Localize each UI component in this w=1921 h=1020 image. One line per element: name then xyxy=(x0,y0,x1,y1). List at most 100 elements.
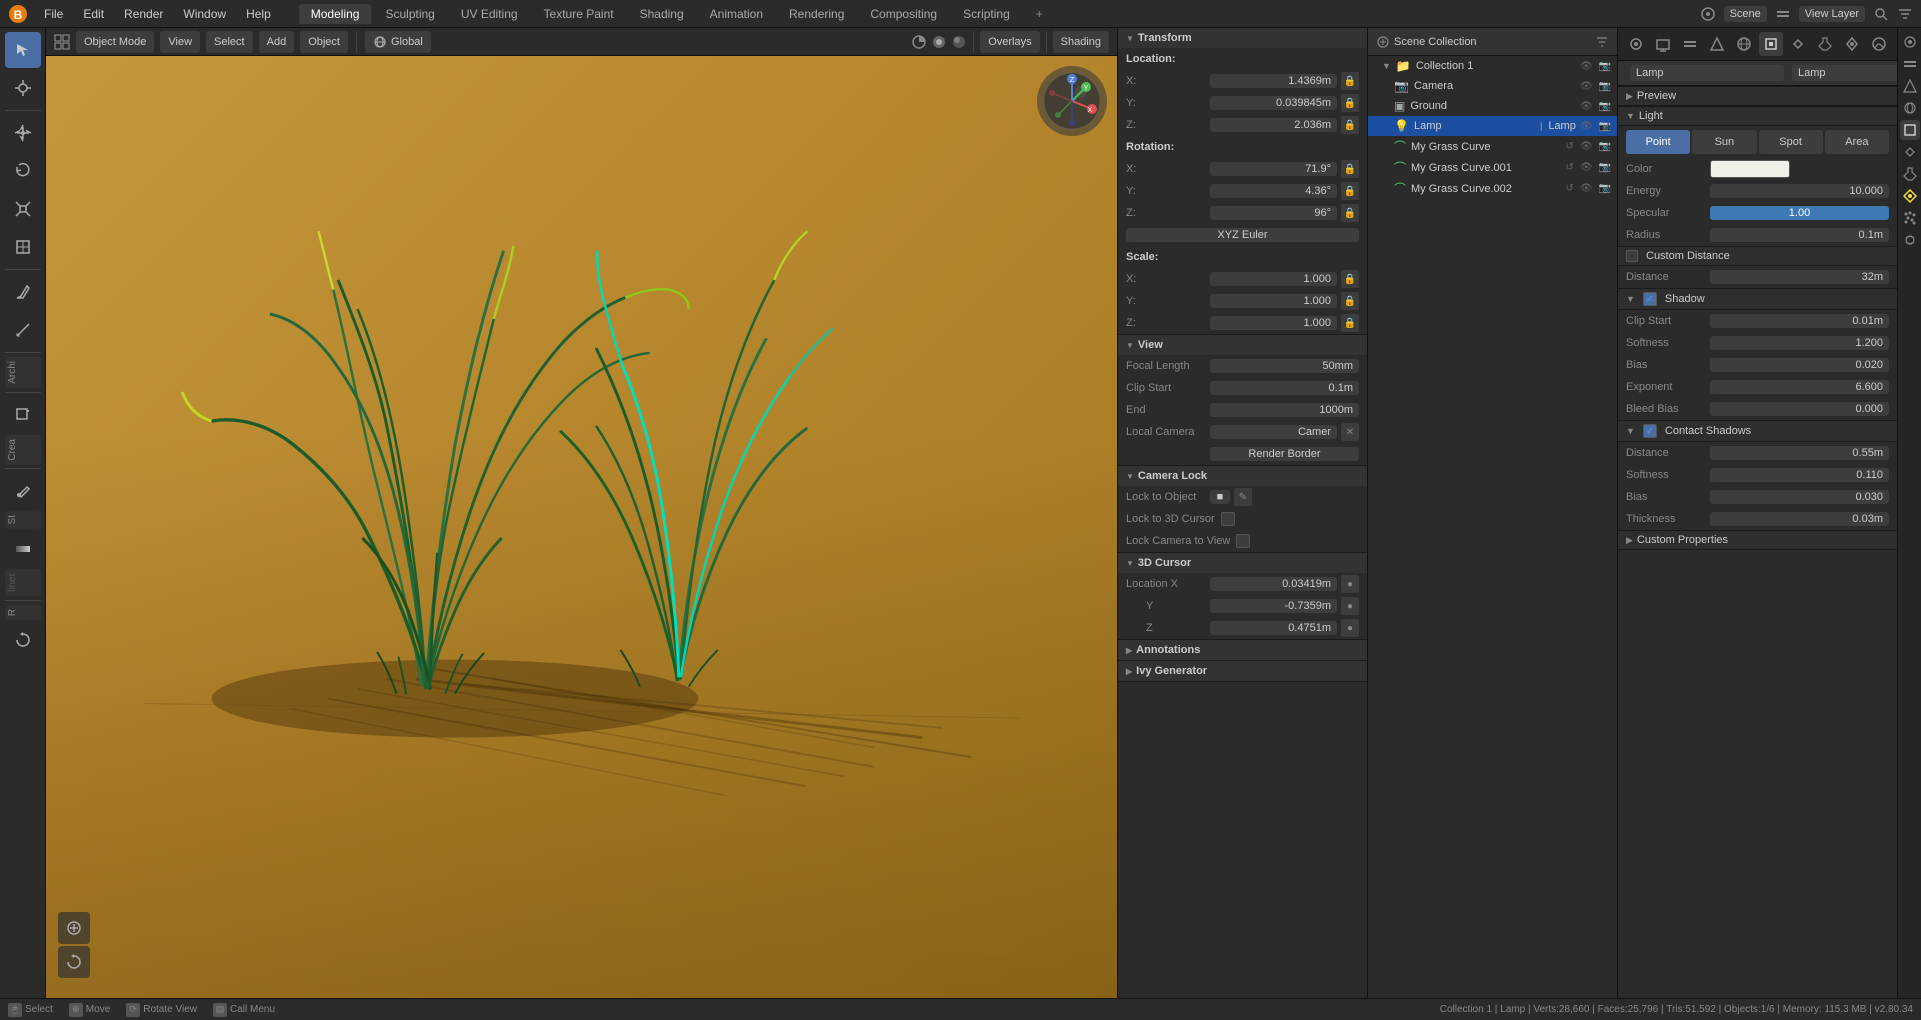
tab-animation[interactable]: Animation xyxy=(698,4,775,24)
transform-tool-btn[interactable] xyxy=(5,229,41,265)
toolbar-label-st[interactable]: St xyxy=(5,511,41,528)
filter-icon[interactable] xyxy=(1897,6,1913,22)
viewport-shading-icon[interactable] xyxy=(911,34,927,50)
toolbar-label-r[interactable]: R xyxy=(5,605,41,620)
lamp-data-name-input[interactable] xyxy=(1792,65,1897,81)
collection-vis-icon[interactable]: 👁 xyxy=(1578,61,1595,72)
toolbar-label-crea[interactable]: Crea xyxy=(5,435,41,465)
lock-to-object-eyedropper-btn[interactable]: ✎ xyxy=(1234,488,1252,506)
viewport-material-icon[interactable] xyxy=(951,34,967,50)
rot-mode-value[interactable]: XYZ Euler xyxy=(1126,228,1359,242)
ground-render[interactable]: 📷 xyxy=(1597,101,1613,112)
camera-render[interactable]: 📷 xyxy=(1597,81,1613,92)
toolbar-label-liner[interactable]: liner xyxy=(5,569,41,596)
zoom-gizmo-btn[interactable] xyxy=(58,912,90,944)
right-icon-view-layer[interactable] xyxy=(1900,54,1920,74)
view-section-header[interactable]: ▼ View xyxy=(1118,335,1367,355)
ivy-generator-header[interactable]: ▶ Ivy Generator xyxy=(1118,661,1367,681)
props-tab-material[interactable] xyxy=(1867,32,1891,56)
collection-render-icon[interactable]: 📷 xyxy=(1597,61,1613,72)
outliner-filter-icon[interactable] xyxy=(1595,35,1609,49)
loc-y-value[interactable]: 0.039845m xyxy=(1210,96,1337,110)
select-menu-btn[interactable]: Select xyxy=(206,31,253,53)
right-icon-modifier[interactable] xyxy=(1900,164,1920,184)
tab-shading[interactable]: Shading xyxy=(628,4,696,24)
shadow-exponent-value[interactable]: 6.600 xyxy=(1710,380,1889,394)
distance-value[interactable]: 32m xyxy=(1710,270,1889,284)
annotate-tool-btn[interactable] xyxy=(5,274,41,310)
gradient-tool-btn[interactable] xyxy=(5,531,41,567)
viewport-render-icon[interactable] xyxy=(931,34,947,50)
props-tab-data[interactable] xyxy=(1840,32,1864,56)
scale-y-lock-btn[interactable]: 🔒 xyxy=(1341,292,1359,310)
props-tab-scene[interactable] xyxy=(1705,32,1729,56)
clip-end-value[interactable]: 1000m xyxy=(1210,403,1359,417)
scale-x-value[interactable]: 1.000 xyxy=(1210,272,1337,286)
light-section-header[interactable]: ▼ Light xyxy=(1618,106,1897,126)
ground-vis[interactable]: 👁 xyxy=(1578,101,1595,112)
spin-tool-btn[interactable] xyxy=(5,622,41,658)
light-sun-btn[interactable]: Sun xyxy=(1692,130,1756,154)
lamp-vis[interactable]: 👁 xyxy=(1578,121,1595,132)
tab-texture-paint[interactable]: Texture Paint xyxy=(532,4,626,24)
rot-y-lock-btn[interactable]: 🔒 xyxy=(1341,182,1359,200)
cursor-3d-header[interactable]: ▼ 3D Cursor xyxy=(1118,553,1367,573)
cursor-y-dot-btn[interactable]: ● xyxy=(1341,597,1359,615)
custom-distance-checkbox[interactable] xyxy=(1626,250,1638,262)
object-menu-btn[interactable]: Object xyxy=(300,31,348,53)
cs-softness-value[interactable]: 0.110 xyxy=(1710,468,1889,482)
tab-rendering[interactable]: Rendering xyxy=(777,4,856,24)
clip-start-value[interactable]: 0.1m xyxy=(1210,381,1359,395)
props-tab-constraint[interactable] xyxy=(1786,32,1810,56)
grass-2-render[interactable]: 📷 xyxy=(1597,162,1613,173)
contact-shadows-header[interactable]: ▼ ✓ Contact Shadows xyxy=(1618,420,1897,442)
select-tool-btn[interactable] xyxy=(5,32,41,68)
props-tab-world[interactable] xyxy=(1732,32,1756,56)
scale-z-lock-btn[interactable]: 🔒 xyxy=(1341,314,1359,332)
outliner-grass-2[interactable]: ⌒ My Grass Curve.001 ↺ 👁 📷 xyxy=(1368,157,1617,178)
rot-x-lock-btn[interactable]: 🔒 xyxy=(1341,160,1359,178)
props-tab-object[interactable] xyxy=(1759,32,1783,56)
mode-select-btn[interactable]: Object Mode xyxy=(76,31,154,53)
loc-x-lock-btn[interactable]: 🔒 xyxy=(1341,72,1359,90)
loc-x-value[interactable]: 1.4369m xyxy=(1210,74,1337,88)
camera-vis[interactable]: 👁 xyxy=(1578,81,1595,92)
custom-distance-header[interactable]: Custom Distance xyxy=(1618,246,1897,266)
add-menu-btn[interactable]: Add xyxy=(259,31,295,53)
lock-camera-view-checkbox[interactable] xyxy=(1236,534,1250,548)
cursor-tool-btn[interactable] xyxy=(5,70,41,106)
loc-y-lock-btn[interactable]: 🔒 xyxy=(1341,94,1359,112)
cs-bias-value[interactable]: 0.030 xyxy=(1710,490,1889,504)
custom-props-header[interactable]: ▶ Custom Properties xyxy=(1618,530,1897,550)
outliner-grass-1[interactable]: ⌒ My Grass Curve ↺ 👁 📷 xyxy=(1368,136,1617,157)
view-menu-btn[interactable]: View xyxy=(160,31,200,53)
rot-x-value[interactable]: 71.9° xyxy=(1210,162,1337,176)
paint-tool-btn[interactable] xyxy=(5,473,41,509)
rot-z-lock-btn[interactable]: 🔒 xyxy=(1341,204,1359,222)
grass-2-vis[interactable]: ↺ xyxy=(1563,162,1575,173)
lock-3d-cursor-checkbox[interactable] xyxy=(1221,512,1235,526)
cursor-z-dot-btn[interactable]: ● xyxy=(1341,619,1359,637)
scale-y-value[interactable]: 1.000 xyxy=(1210,294,1337,308)
shadow-clip-start-value[interactable]: 0.01m xyxy=(1710,314,1889,328)
tab-uv-editing[interactable]: UV Editing xyxy=(449,4,530,24)
local-camera-value[interactable]: Camer xyxy=(1210,425,1337,439)
grass-1-render[interactable]: 📷 xyxy=(1597,141,1613,152)
menu-render[interactable]: Render xyxy=(116,5,171,23)
transform-section-header[interactable]: ▼ Transform xyxy=(1118,28,1367,48)
color-swatch[interactable] xyxy=(1710,160,1790,178)
contact-shadows-checkbox[interactable]: ✓ xyxy=(1643,424,1657,438)
scale-tool-btn[interactable] xyxy=(5,191,41,227)
add-box-tool-btn[interactable] xyxy=(5,397,41,433)
outliner-camera[interactable]: 📷 Camera 👁 📷 xyxy=(1368,76,1617,96)
scale-x-lock-btn[interactable]: 🔒 xyxy=(1341,270,1359,288)
grass-3-eye[interactable]: 👁 xyxy=(1578,183,1595,194)
toolbar-label-archi[interactable]: Archi xyxy=(5,357,41,388)
props-tab-output[interactable] xyxy=(1651,32,1675,56)
tab-sculpting[interactable]: Sculpting xyxy=(373,4,446,24)
shading-btn[interactable]: Shading xyxy=(1053,31,1109,53)
menu-window[interactable]: Window xyxy=(175,5,234,23)
energy-value[interactable]: 10.000 xyxy=(1710,184,1889,198)
menu-edit[interactable]: Edit xyxy=(75,5,112,23)
cursor-x-value[interactable]: 0.03419m xyxy=(1210,577,1337,591)
